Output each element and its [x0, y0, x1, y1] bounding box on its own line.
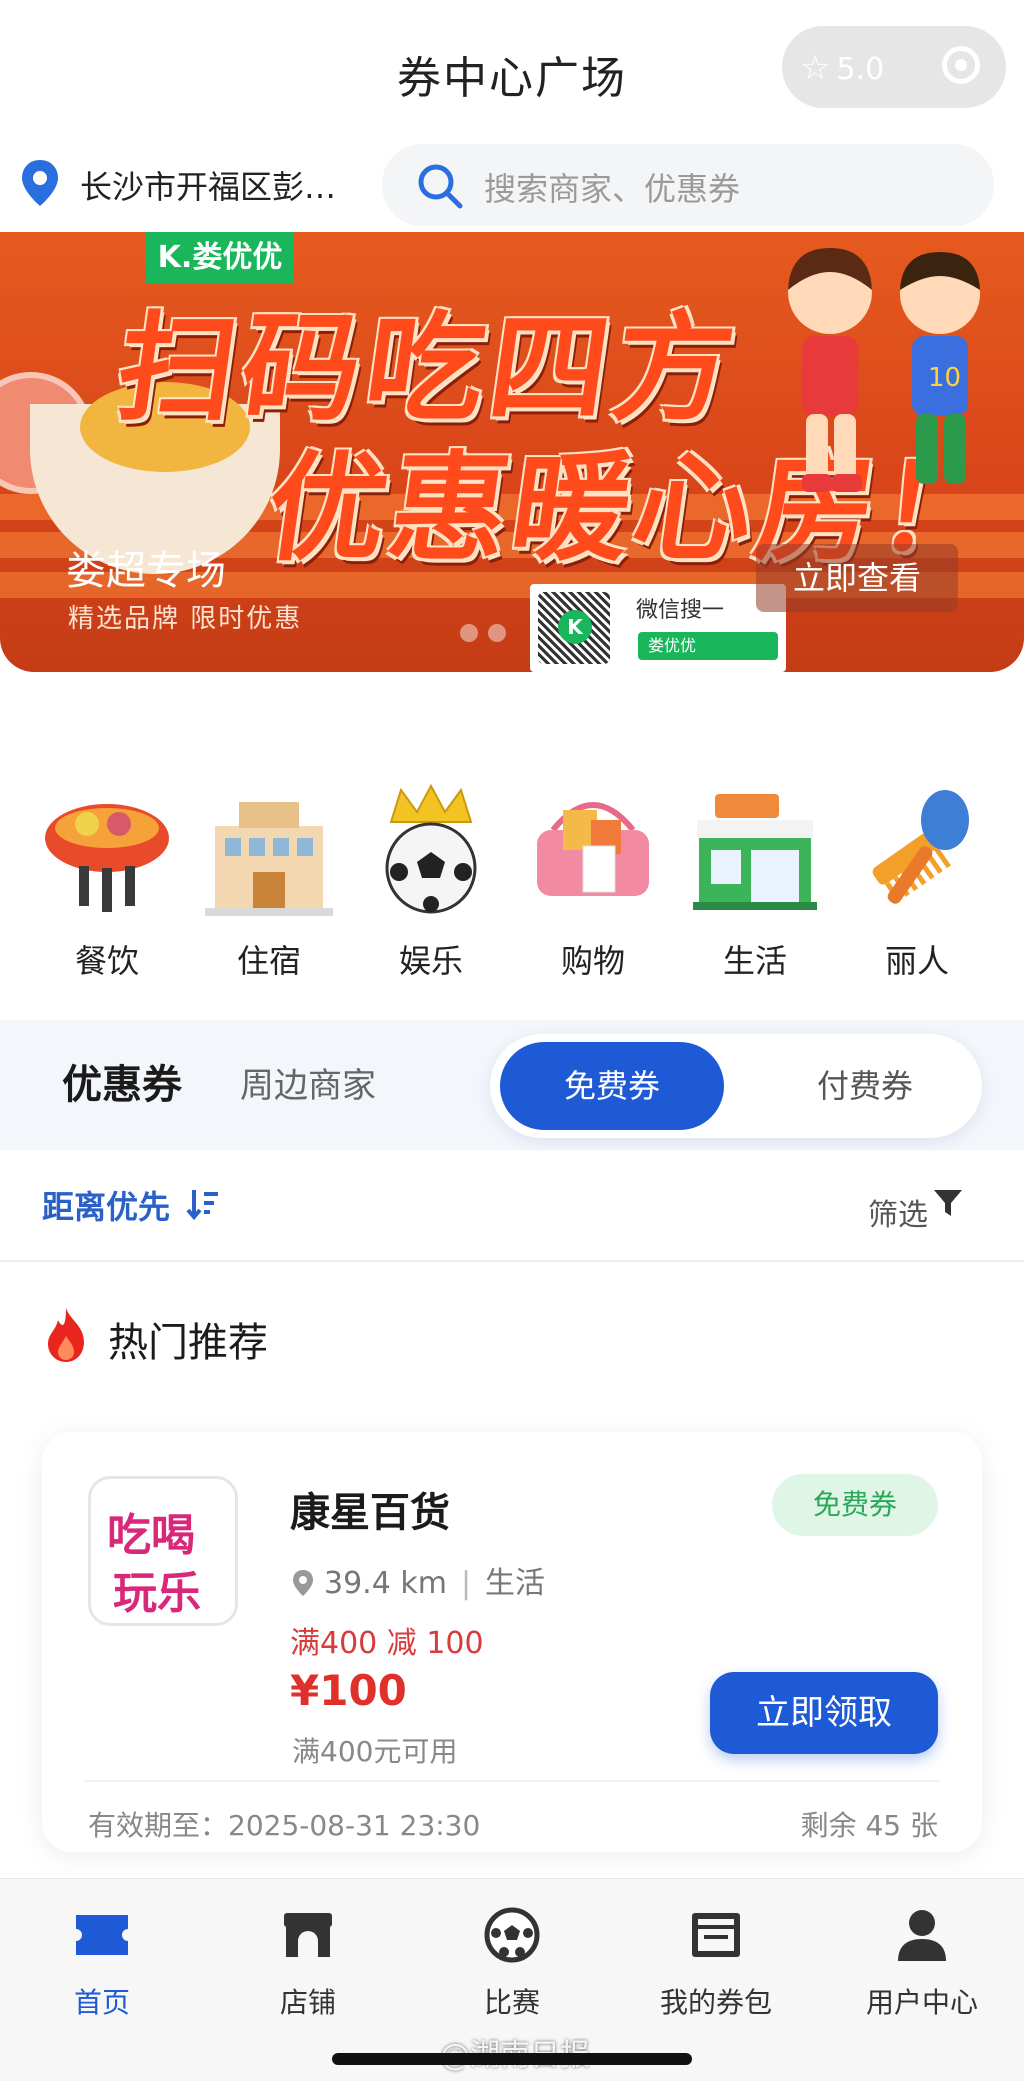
store-icon	[284, 1913, 332, 1957]
location-pin-icon	[293, 1570, 313, 1596]
category-life[interactable]: 生活	[680, 780, 830, 982]
merchant-logo-text: 玩乐	[113, 1568, 201, 1619]
merchant-logo: 吃喝 玩乐	[88, 1476, 238, 1626]
location-search-row: 长沙市开福区彭… 搜索商家、优惠券	[0, 140, 1024, 230]
merchant-logo-text: 吃喝	[107, 1510, 195, 1561]
qr-search-bar: 娄优优	[638, 632, 778, 660]
banner-subtitle: 娄超专场	[66, 548, 226, 594]
hot-recommend-header: 热门推荐	[0, 1300, 1024, 1380]
soccer-ball-icon	[484, 1907, 540, 1963]
nav-label: 店铺	[279, 1986, 336, 2019]
banner-pagination	[460, 624, 516, 646]
qr-center-logo: K	[558, 610, 592, 644]
soccer-crown-icon	[385, 783, 477, 914]
merchant-distance: 39.4 km	[324, 1566, 447, 1601]
nav-match[interactable]: 比赛	[432, 1895, 592, 2021]
pagination-dot[interactable]	[488, 624, 506, 642]
search-bar[interactable]: 搜索商家、优惠券	[382, 144, 994, 226]
category-grid: 餐饮 住宿 娱乐 购物 生活 丽人	[0, 780, 1024, 980]
category-entertainment[interactable]: 娱乐	[356, 780, 506, 982]
discount-rule: 满400 减 100	[290, 1626, 484, 1661]
mini-program-capsule[interactable]: ☆ 5.0	[782, 26, 1006, 108]
filter-button[interactable]: 筛选	[868, 1190, 928, 1234]
nav-my-coupons[interactable]: 我的券包	[636, 1895, 796, 2021]
tab-coupons[interactable]: 优惠券	[62, 1052, 182, 1110]
coupon-type-toggle: 免费券 付费券	[490, 1034, 982, 1138]
grill-icon	[45, 804, 169, 912]
rating: ☆ 5.0	[800, 48, 884, 88]
coupon-center-page: 券中心广场 ☆ 5.0 长沙市开福区彭… 搜索商家、优惠券 K.娄优优 扫码吃四方…	[0, 0, 1024, 2081]
qr-wechat-text: 微信搜一	[636, 598, 725, 623]
star-icon: ☆	[800, 48, 831, 88]
banner-view-button[interactable]: 立即查看	[756, 544, 958, 612]
meta-separator: |	[460, 1566, 472, 1601]
location-pin-icon[interactable]	[20, 158, 60, 208]
flame-icon	[48, 1308, 84, 1362]
merchant-name: 康星百货	[290, 1490, 450, 1536]
rating-value: 5.0	[836, 52, 885, 87]
market-icon	[693, 794, 817, 910]
hotel-icon	[205, 802, 333, 916]
banner-tagline: 精选品牌 限时优惠	[68, 604, 303, 634]
category-label: 娱乐	[398, 942, 463, 980]
nav-store[interactable]: 店铺	[228, 1895, 388, 2021]
comb-brush-icon	[872, 790, 969, 904]
search-placeholder: 搜索商家、优惠券	[484, 170, 741, 208]
wallet-icon	[692, 1913, 740, 1957]
category-hotel[interactable]: 住宿	[194, 780, 344, 982]
nav-label: 首页	[73, 1986, 130, 2019]
pagination-dot[interactable]	[460, 624, 478, 642]
category-beauty[interactable]: 丽人	[842, 780, 992, 982]
nav-user-center[interactable]: 用户中心	[842, 1895, 1002, 2021]
claim-coupon-button[interactable]: 立即领取	[710, 1672, 938, 1754]
ticket-icon	[76, 1915, 128, 1955]
expiry-date: 有效期至：2025-08-31 23:30	[88, 1809, 481, 1842]
nav-home[interactable]: 首页	[22, 1895, 182, 2021]
user-icon	[898, 1910, 946, 1961]
category-label: 生活	[722, 942, 787, 980]
remaining-count: 剩余 45 张	[800, 1809, 938, 1842]
category-label: 购物	[560, 942, 625, 980]
sort-by-distance[interactable]: 距离优先	[42, 1182, 170, 1228]
sort-filter-row: 距离优先 筛选	[0, 1152, 1024, 1262]
home-indicator[interactable]	[332, 2053, 692, 2065]
category-label: 餐饮	[74, 942, 139, 980]
search-icon	[418, 164, 463, 209]
boy-mascot-illustration: 10	[900, 252, 980, 484]
svg-text:10: 10	[928, 363, 961, 393]
sort-icon[interactable]	[186, 1186, 222, 1222]
category-dining[interactable]: 餐饮	[32, 780, 182, 982]
location-text[interactable]: 长沙市开福区彭…	[80, 162, 336, 208]
merchant-meta: 39.4 km | 生活	[292, 1558, 545, 1602]
filter-icon[interactable]	[932, 1188, 964, 1218]
nav-label: 用户中心	[865, 1986, 978, 2019]
category-label: 丽人	[884, 942, 949, 980]
category-shopping[interactable]: 购物	[518, 780, 668, 982]
close-capsule-icon[interactable]	[942, 46, 980, 84]
girl-mascot-illustration	[788, 248, 872, 492]
coupon-card[interactable]: 吃喝 玩乐 康星百货 免费券 39.4 km | 生活 满400 减 100 ¥10…	[42, 1432, 982, 1852]
merchant-category: 生活	[485, 1566, 546, 1601]
category-label: 住宿	[236, 942, 301, 980]
watermark: @湖南日报	[440, 2030, 590, 2074]
nav-label: 比赛	[483, 1986, 540, 2019]
shopping-basket-icon	[537, 802, 649, 896]
coupon-value: ¥100	[290, 1666, 407, 1715]
usage-condition: 满400元可用	[292, 1735, 458, 1768]
segment-paid-coupons[interactable]: 付费券	[770, 1042, 960, 1130]
banner-qr-card: K 微信搜一 娄优优	[530, 584, 786, 672]
card-divider	[84, 1780, 940, 1782]
free-coupon-badge: 免费券	[772, 1474, 938, 1536]
nav-label: 我的券包	[659, 1986, 772, 2019]
section-title: 热门推荐	[108, 1320, 268, 1366]
tab-nearby-merchants[interactable]: 周边商家	[240, 1058, 376, 1107]
segment-free-coupons[interactable]: 免费券	[500, 1042, 724, 1130]
coupon-tab-bar: 优惠券 周边商家 免费券 付费券	[0, 1020, 1024, 1150]
promo-banner[interactable]: K.娄优优 扫码吃四方 优惠暖心房！ 10 娄超专场 精选品牌 限时优惠 K 微…	[0, 232, 1024, 672]
top-bar: 券中心广场 ☆ 5.0	[0, 0, 1024, 140]
